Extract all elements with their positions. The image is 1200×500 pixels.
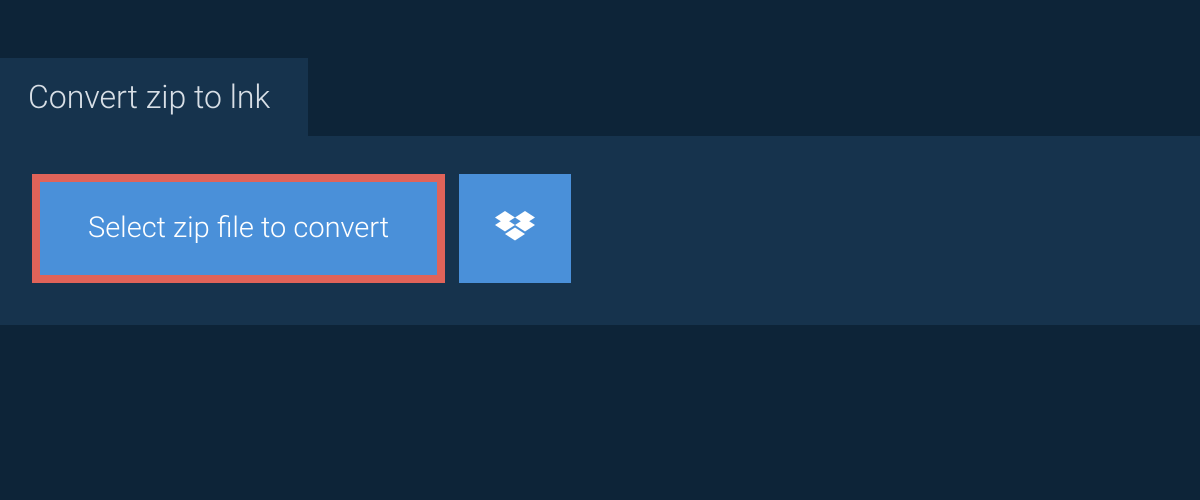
select-file-button[interactable]: Select zip file to convert	[32, 174, 445, 283]
convert-panel: Select zip file to convert	[0, 136, 1200, 325]
button-row: Select zip file to convert	[32, 174, 1168, 283]
tab-convert[interactable]: Convert zip to lnk	[0, 58, 308, 136]
tab-label: Convert zip to lnk	[28, 78, 270, 116]
dropbox-button[interactable]	[459, 174, 571, 283]
select-file-label: Select zip file to convert	[88, 214, 389, 243]
dropbox-icon	[495, 211, 535, 247]
